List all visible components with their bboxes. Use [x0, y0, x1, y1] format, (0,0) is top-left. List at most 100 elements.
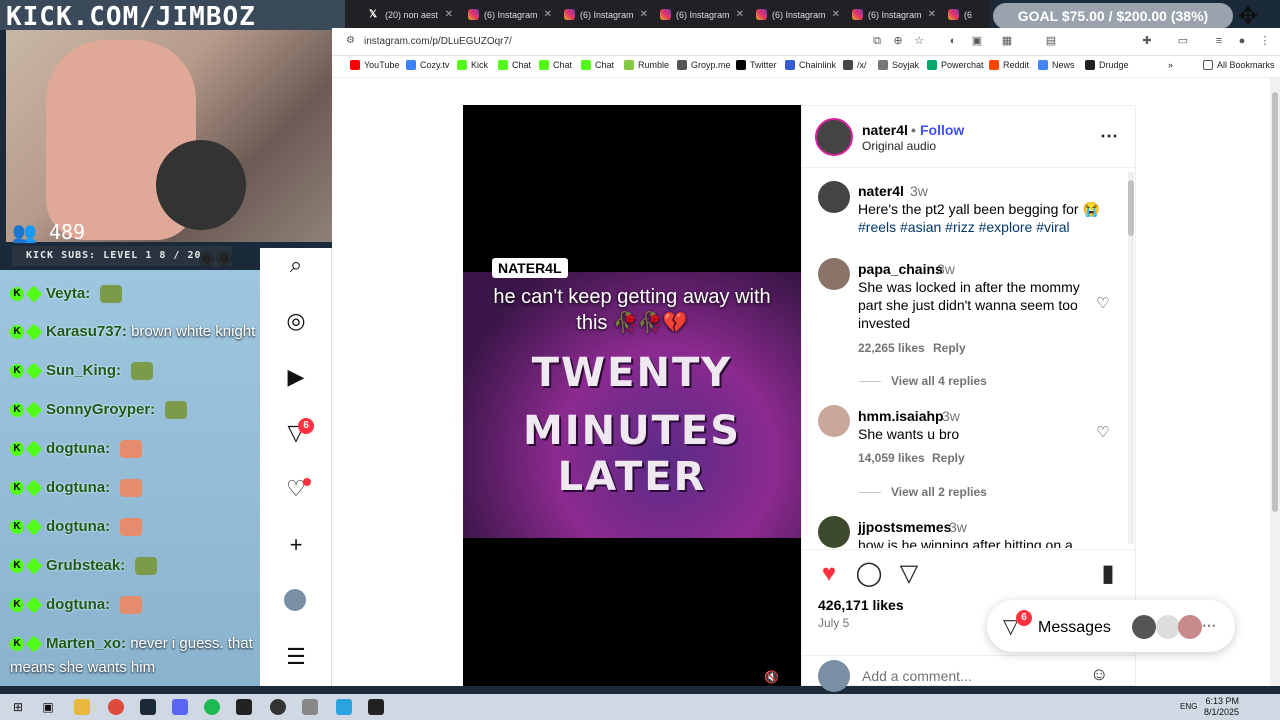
bookmark-item[interactable]: Kick: [457, 60, 488, 70]
reading-list-icon[interactable]: ≡: [1212, 34, 1226, 48]
close-tab-icon[interactable]: ✕: [736, 4, 744, 26]
app-icon[interactable]: [302, 699, 318, 715]
zoom-icon[interactable]: ⊕: [891, 34, 905, 48]
extension-icon[interactable]: ▣: [970, 34, 984, 48]
comment-likes[interactable]: 14,059 likes: [858, 451, 925, 465]
reply-button[interactable]: Reply: [932, 451, 965, 465]
bookmark-item[interactable]: Reddit: [989, 60, 1029, 70]
bookmark-item[interactable]: News: [1038, 60, 1075, 70]
all-bookmarks[interactable]: All Bookmarks: [1203, 60, 1275, 70]
chat-username[interactable]: SonnyGroyper:: [46, 401, 155, 418]
caption-hashtags[interactable]: #reels #asian #rizz #explore #viral: [858, 218, 1118, 236]
bookmark-item[interactable]: Soyjak: [878, 60, 919, 70]
extensions-puzzle-icon[interactable]: ✚: [1140, 34, 1154, 48]
browser-tab[interactable]: (6) Instagram ✕: [750, 4, 840, 26]
create-plus-icon[interactable]: +: [283, 532, 309, 558]
close-tab-icon[interactable]: ✕: [928, 4, 936, 26]
app-icon[interactable]: [270, 699, 286, 715]
sidebar-icon[interactable]: ▭: [1176, 34, 1190, 48]
comment-likes[interactable]: 22,265 likes: [858, 341, 925, 355]
post-likes[interactable]: 426,171 likes: [818, 597, 904, 613]
share-icon[interactable]: ▽: [895, 560, 923, 588]
menu-dots-icon[interactable]: ⋮: [1258, 34, 1272, 48]
browser-tab[interactable]: (6) Instagram ✕: [462, 4, 552, 26]
profile-icon[interactable]: ●: [1235, 34, 1249, 48]
bookmarks-overflow-icon[interactable]: »: [1168, 60, 1173, 70]
reels-icon[interactable]: ▶: [283, 364, 309, 390]
bookmark-item[interactable]: Cozy.tv: [406, 60, 449, 70]
bookmark-item[interactable]: Twitter: [736, 60, 777, 70]
author-avatar[interactable]: [815, 118, 853, 156]
profile-avatar[interactable]: [284, 589, 306, 611]
explore-icon[interactable]: ◎: [283, 308, 309, 334]
chrome-icon[interactable]: [108, 699, 124, 715]
app-icon[interactable]: [368, 699, 384, 715]
search-icon[interactable]: ⌕: [283, 252, 309, 278]
comment-user[interactable]: hmm.isaiahp: [858, 408, 944, 424]
chat-username[interactable]: Marten_xo:: [46, 635, 126, 652]
chat-username[interactable]: Karasu737:: [46, 323, 127, 340]
view-replies-button[interactable]: View all 4 replies: [859, 374, 987, 388]
url-text[interactable]: instagram.com/p/DLuEGUZOqr7/: [364, 36, 512, 47]
extension-icon[interactable]: ◐: [946, 34, 960, 48]
like-comment-icon[interactable]: ♡: [1095, 296, 1111, 312]
comment-user[interactable]: nater4l: [858, 183, 904, 199]
liked-heart-icon[interactable]: ♥: [815, 560, 843, 588]
save-bookmark-icon[interactable]: ▮: [1094, 560, 1122, 588]
close-tab-icon[interactable]: ✕: [445, 4, 453, 26]
author-name[interactable]: nater4l: [862, 122, 908, 138]
browser-tab[interactable]: (6: [942, 4, 982, 26]
chat-username[interactable]: dogtuna:: [46, 479, 110, 496]
chat-username[interactable]: Grubsteak:: [46, 557, 125, 574]
comment-user[interactable]: jjpostsmemes: [858, 519, 951, 535]
bookmark-item[interactable]: Chat: [498, 60, 531, 70]
browser-tab[interactable]: 𝕏 (20) non aest ✕: [363, 4, 453, 26]
add-comment-input[interactable]: Add a comment...: [862, 668, 972, 684]
more-options-icon[interactable]: ⋯: [1100, 126, 1118, 147]
site-info-icon[interactable]: ⚙: [346, 35, 355, 46]
bookmark-item[interactable]: Powerchat: [927, 60, 984, 70]
chat-username[interactable]: dogtuna:: [46, 440, 110, 457]
bookmark-item[interactable]: /x/: [843, 60, 867, 70]
comment-icon[interactable]: ◯: [855, 560, 883, 588]
audio-label[interactable]: Original audio: [862, 139, 936, 153]
bookmark-item[interactable]: Groyp.me: [677, 60, 731, 70]
comments-scrollbar[interactable]: [1128, 172, 1134, 544]
close-tab-icon[interactable]: ✕: [832, 4, 840, 26]
bookmark-item[interactable]: Chat: [539, 60, 572, 70]
spotify-icon[interactable]: [204, 699, 220, 715]
start-icon[interactable]: ⊞: [10, 699, 26, 715]
browser-tab[interactable]: (6) Instagram ✕: [558, 4, 648, 26]
view-replies-button[interactable]: View all 2 replies: [859, 485, 987, 499]
chat-username[interactable]: dogtuna:: [46, 518, 110, 535]
comment-user[interactable]: papa_chains: [858, 261, 943, 277]
bookmark-item[interactable]: Drudge: [1085, 60, 1129, 70]
chat-username[interactable]: dogtuna:: [46, 596, 110, 613]
app-icon[interactable]: [236, 699, 252, 715]
follow-button[interactable]: Follow: [920, 122, 964, 138]
telegram-icon[interactable]: [336, 699, 352, 715]
bookmark-item[interactable]: Chainlink: [785, 60, 836, 70]
chat-username[interactable]: Sun_King:: [46, 362, 121, 379]
system-clock[interactable]: 6:13 PM 8/1/2025: [1204, 696, 1239, 718]
close-tab-icon[interactable]: ✕: [640, 4, 648, 26]
bookmark-item[interactable]: YouTube: [350, 60, 399, 70]
commenter-avatar[interactable]: [818, 258, 850, 290]
scrollbar-thumb[interactable]: [1128, 180, 1134, 236]
emoji-icon[interactable]: ☺: [1090, 664, 1108, 685]
file-explorer-icon[interactable]: [74, 699, 90, 715]
install-icon[interactable]: ⧉: [870, 34, 884, 48]
discord-icon[interactable]: [172, 699, 188, 715]
extension-icon[interactable]: ▦: [1000, 34, 1014, 48]
language-indicator[interactable]: ENG: [1180, 702, 1197, 711]
browser-tab[interactable]: (6) Instagram ✕: [846, 4, 936, 26]
bookmark-item[interactable]: Chat: [581, 60, 614, 70]
like-comment-icon[interactable]: ♡: [1095, 425, 1111, 441]
bookmark-star-icon[interactable]: ☆: [912, 34, 926, 48]
chat-username[interactable]: Veyta:: [46, 285, 90, 302]
page-scrollbar[interactable]: [1270, 78, 1280, 686]
scrollbar-thumb[interactable]: [1272, 92, 1278, 512]
browser-tab[interactable]: (6) Instagram ✕: [654, 4, 744, 26]
extension-icon[interactable]: ▤: [1044, 34, 1058, 48]
more-menu-icon[interactable]: ☰: [283, 644, 309, 670]
